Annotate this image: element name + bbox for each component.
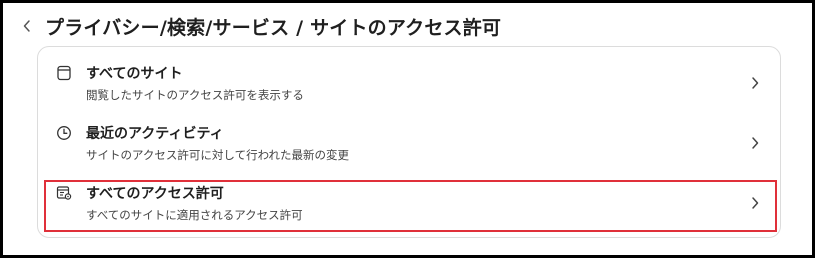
list-item-recent-activity[interactable]: 最近のアクティビティ サイトのアクセス許可に対して行われた最新の変更 [38, 117, 780, 173]
list-item-title: すべてのアクセス許可 [86, 186, 224, 202]
list-item-description: すべてのサイトに適用されるアクセス許可 [86, 208, 303, 222]
chevron-right-icon [748, 73, 762, 93]
page-header: プライバシー/検索/サービス / サイトのアクセス許可 [17, 11, 501, 41]
list-item-all-permissions[interactable]: すべてのアクセス許可 すべてのサイトに適用されるアクセス許可 [38, 177, 780, 233]
site-permissions-card: すべてのサイト 閲覧したサイトのアクセス許可を表示する 最近のアクティビティ サ… [37, 46, 781, 238]
chevron-right-icon [748, 133, 762, 153]
list-item-all-sites[interactable]: すべてのサイト 閲覧したサイトのアクセス許可を表示する [38, 57, 780, 113]
list-settings-icon [54, 183, 74, 203]
list-item-description: 閲覧したサイトのアクセス許可を表示する [86, 88, 304, 102]
list-item-title: 最近のアクティビティ [86, 126, 224, 142]
back-button[interactable] [17, 14, 37, 38]
chevron-right-icon [748, 193, 762, 213]
list-item-title: すべてのサイト [86, 66, 183, 82]
browser-window-icon [54, 63, 74, 83]
page-title: プライバシー/検索/サービス / サイトのアクセス許可 [45, 16, 502, 39]
clock-icon [54, 123, 74, 143]
window-frame: プライバシー/検索/サービス / サイトのアクセス許可 すべてのサイト 閲覧した… [0, 0, 815, 258]
chevron-left-icon [23, 20, 30, 32]
list-item-description: サイトのアクセス許可に対して行われた最新の変更 [86, 148, 350, 162]
